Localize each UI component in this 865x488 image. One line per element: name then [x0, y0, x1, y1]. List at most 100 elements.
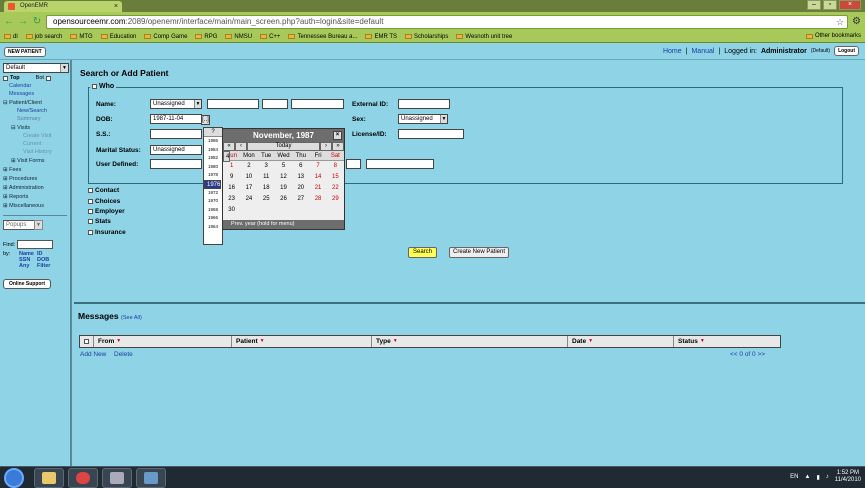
- bookmark-cpp[interactable]: C++: [260, 34, 280, 40]
- pager[interactable]: << 0 of 0 >>: [730, 351, 765, 358]
- first-name-input[interactable]: [207, 99, 259, 109]
- calendar-day[interactable]: 15: [327, 172, 344, 183]
- close-window-icon[interactable]: ×: [839, 0, 861, 10]
- tray-arrow-icon[interactable]: ▲: [804, 474, 810, 480]
- nav-calendar[interactable]: Calendar: [3, 83, 67, 89]
- network-icon[interactable]: ▮: [816, 474, 819, 481]
- calendar-close-button[interactable]: ×: [333, 131, 342, 140]
- year-scroll-up[interactable]: ?: [204, 128, 222, 137]
- middle-name-input[interactable]: [262, 99, 288, 109]
- bookmark-tennessee[interactable]: Tennessee Bureau a...: [288, 34, 357, 40]
- nav-create-visit[interactable]: Create Visit: [3, 133, 67, 139]
- stats-checkbox[interactable]: [88, 219, 93, 224]
- nav-visit-history[interactable]: Visit History: [3, 149, 67, 155]
- year-option[interactable]: 1972: [204, 189, 222, 198]
- choices-checkbox[interactable]: [88, 199, 93, 204]
- bookmark-comp-game[interactable]: Comp Game: [144, 34, 187, 40]
- nav-current[interactable]: Current: [3, 141, 67, 147]
- top-checkbox[interactable]: [3, 75, 8, 81]
- year-option[interactable]: 1966: [204, 214, 222, 223]
- calendar-day[interactable]: 17: [240, 183, 257, 194]
- calendar-day[interactable]: 29: [327, 194, 344, 205]
- chrome-taskbar-icon[interactable]: [68, 468, 98, 488]
- new-patient-button[interactable]: NEW PATIENT: [4, 47, 46, 57]
- column-patient[interactable]: Patient ▼: [232, 336, 372, 347]
- nav-visit-forms[interactable]: ⊞ Visit Forms: [3, 158, 67, 164]
- last-name-input[interactable]: [291, 99, 344, 109]
- calendar-day[interactable]: 27: [292, 194, 309, 205]
- frame-select[interactable]: Default ▼: [3, 63, 69, 73]
- calendar-day[interactable]: 21: [309, 183, 326, 194]
- nav-procedures[interactable]: ⊞ Procedures: [3, 176, 67, 182]
- column-status[interactable]: Status ▼: [674, 336, 780, 347]
- calendar-day[interactable]: 3: [258, 161, 275, 172]
- bookmark-scholarships[interactable]: Scholarships: [405, 34, 448, 40]
- column-from[interactable]: From ▼: [94, 336, 232, 347]
- bookmark-dl[interactable]: dl: [4, 34, 18, 40]
- bot-checkbox[interactable]: [45, 75, 51, 81]
- reload-icon[interactable]: ↻: [32, 16, 42, 27]
- year-option[interactable]: 1986: [204, 137, 222, 146]
- nav-fees[interactable]: ⊞ Fees: [3, 167, 67, 173]
- section-contact[interactable]: Contact: [88, 187, 119, 194]
- popups-select[interactable]: Popups ▼: [3, 220, 43, 230]
- app-taskbar-icon[interactable]: [136, 468, 166, 488]
- back-icon[interactable]: ←: [4, 16, 14, 27]
- insurance-checkbox[interactable]: [88, 230, 93, 235]
- dob-calendar-button[interactable]: [..]: [201, 115, 210, 125]
- home-link[interactable]: Home: [663, 48, 682, 55]
- calendar-day[interactable]: 12: [275, 172, 292, 183]
- year-option[interactable]: 1982: [204, 154, 222, 163]
- clock[interactable]: 1:52 PM 11/4/2010: [835, 470, 861, 484]
- calendar-day[interactable]: 10: [240, 172, 257, 183]
- section-choices[interactable]: Choices: [88, 198, 120, 205]
- calendar-day[interactable]: 28: [309, 194, 326, 205]
- calendar-day[interactable]: 11: [258, 172, 275, 183]
- year-option[interactable]: 1984: [204, 146, 222, 155]
- column-type[interactable]: Type ▼: [372, 336, 568, 347]
- calendar-day[interactable]: 30: [223, 205, 240, 216]
- calendar-day[interactable]: 14: [309, 172, 326, 183]
- other-bookmarks[interactable]: Other bookmarks: [805, 33, 861, 39]
- calendar-day[interactable]: 24: [240, 194, 257, 205]
- user-defined-input-2[interactable]: [346, 159, 361, 169]
- license-id-input[interactable]: [398, 129, 464, 139]
- section-employer[interactable]: Employer: [88, 208, 125, 215]
- nav-new-search[interactable]: New/Search: [3, 108, 67, 114]
- calendar-day[interactable]: 7: [309, 161, 326, 172]
- ss-input[interactable]: [150, 129, 202, 139]
- year-option[interactable]: 1968: [204, 206, 222, 215]
- calendar-day[interactable]: 6: [292, 161, 309, 172]
- minimize-icon[interactable]: –: [807, 0, 821, 10]
- bookmark-wesnoth[interactable]: Wesnoth unit tree: [456, 34, 512, 40]
- year-option[interactable]: 1964: [204, 223, 222, 232]
- bookmark-nmsu[interactable]: NMSU: [225, 34, 252, 40]
- prev-month-button[interactable]: ‹: [235, 142, 247, 151]
- name-title-select[interactable]: Unassigned ▼: [150, 99, 202, 109]
- calendar-day[interactable]: 2: [240, 161, 257, 172]
- explorer-taskbar-icon[interactable]: [34, 468, 64, 488]
- nav-summary[interactable]: Summary: [3, 116, 67, 122]
- find-by-any[interactable]: Any: [19, 263, 37, 269]
- frame-divider[interactable]: [74, 302, 865, 304]
- logout-button[interactable]: Logout: [834, 46, 859, 56]
- bookmark-education[interactable]: Education: [100, 34, 136, 40]
- year-option[interactable]: 1976: [204, 179, 222, 189]
- calendar-day[interactable]: 25: [258, 194, 275, 205]
- nav-reports[interactable]: ⊞ Reports: [3, 194, 67, 200]
- bookmark-mtg[interactable]: MTG: [70, 34, 93, 40]
- year-option[interactable]: 1980: [204, 163, 222, 172]
- forward-icon[interactable]: →: [18, 16, 28, 27]
- nav-messages[interactable]: Messages: [3, 91, 67, 97]
- sex-select[interactable]: Unassigned ▼: [398, 114, 448, 124]
- dob-input[interactable]: 1987-11-04: [150, 114, 202, 124]
- create-new-patient-button[interactable]: Create New Patient: [449, 247, 510, 258]
- maximize-icon[interactable]: ▫: [823, 0, 837, 10]
- add-new-link[interactable]: Add New: [80, 351, 106, 358]
- bookmark-star-icon[interactable]: ☆: [836, 16, 844, 28]
- section-stats[interactable]: Stats: [88, 218, 111, 225]
- find-input[interactable]: [17, 240, 54, 249]
- calendar-day[interactable]: 26: [275, 194, 292, 205]
- section-insurance[interactable]: Insurance: [88, 229, 126, 236]
- calendar-day[interactable]: 4: [223, 151, 231, 162]
